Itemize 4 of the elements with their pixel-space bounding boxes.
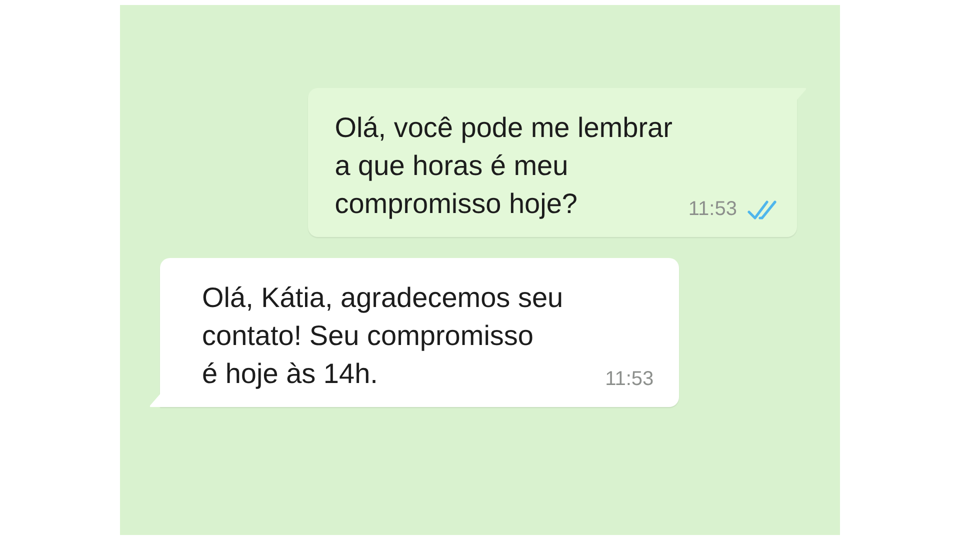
message-text: Olá, você pode me lembrar a que horas é meu compromisso hoje? bbox=[334, 111, 672, 221]
message-text: Olá, Kátia, agradecemos seu contato! Seu compromisso é hoje às 14h. bbox=[202, 281, 564, 391]
message-time: 11:53 bbox=[688, 198, 737, 221]
message-time: 11:53 bbox=[605, 368, 654, 391]
